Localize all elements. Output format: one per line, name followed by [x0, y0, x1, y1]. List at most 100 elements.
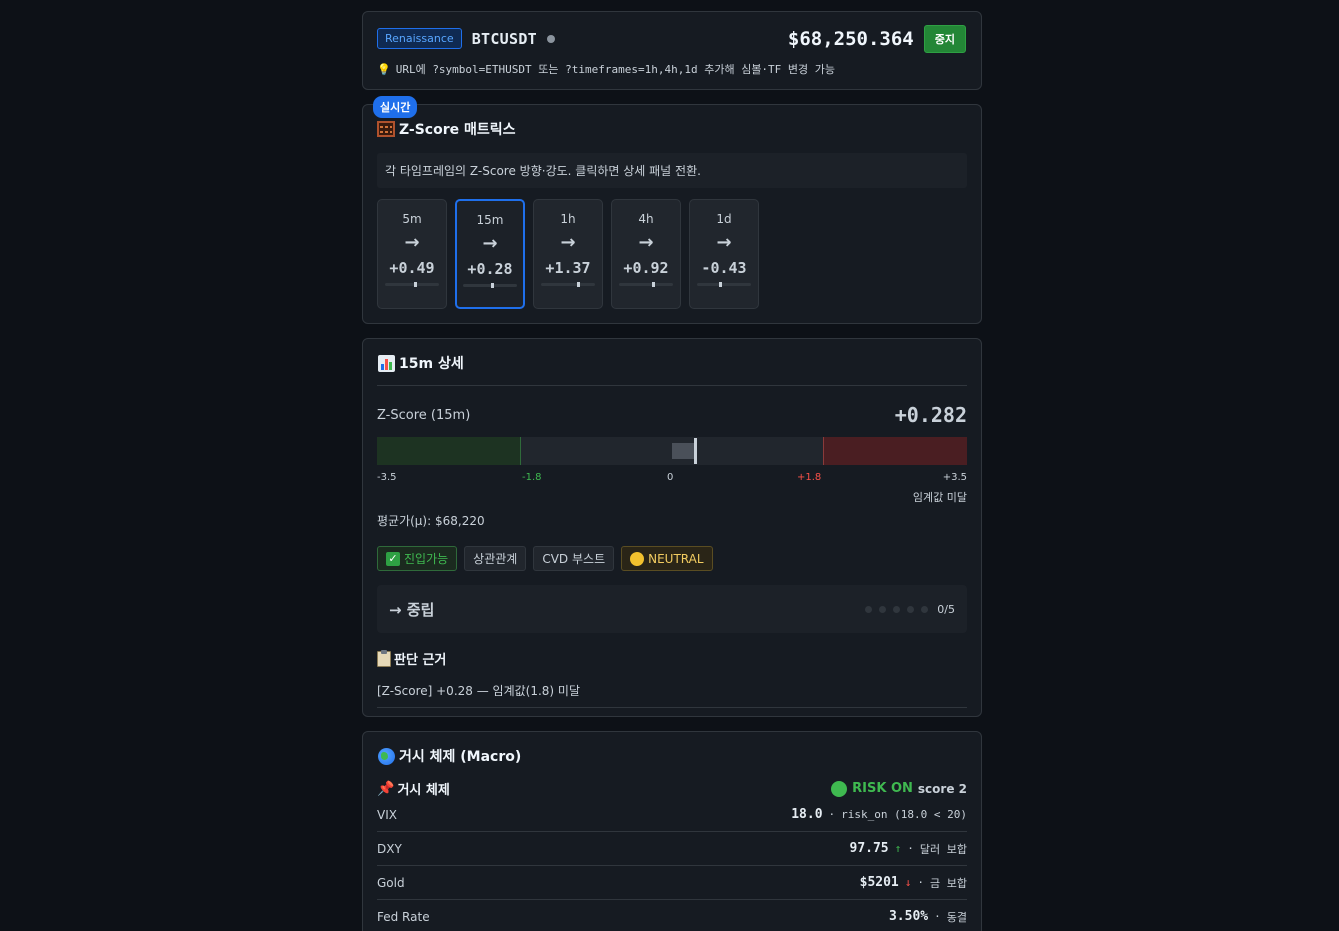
dashboard: Renaissance BTCUSDT $68,250.364 중지 💡 URL… — [362, 11, 982, 931]
arrow-down-icon: ↓ — [904, 876, 912, 889]
timeframe-card-1d[interactable]: 1d → -0.43 — [689, 199, 759, 309]
arrow-right-icon: → — [716, 232, 732, 253]
zscore-value: +0.282 — [894, 403, 967, 427]
arrow-right-icon: → — [638, 232, 654, 253]
mean-price: 평균가(μ): $68,220 — [377, 514, 485, 528]
strength-dot — [893, 605, 901, 613]
timeframe-zscore-bar — [385, 282, 439, 287]
macro-row-note: risk_on (18.0 < 20) — [841, 808, 967, 821]
macro-title: 거시 체제 (Macro) — [377, 746, 967, 766]
verdict-text: → 중립 — [389, 600, 435, 619]
detail-card: 15m 상세 Z-Score (15m) +0.282 -3.5 -1.8 0 … — [362, 338, 982, 717]
timeframe-name: 1h — [560, 212, 576, 226]
pushpin-icon: 📌 — [377, 780, 395, 797]
entry-available-label: 진입가능 — [404, 552, 449, 566]
macro-row-vix: VIX 18.0 · risk_on (18.0 < 20) — [377, 798, 967, 832]
green-circle-icon — [831, 780, 848, 797]
threshold-note: 임계값 미달 — [912, 491, 967, 504]
timeframe-card-4h[interactable]: 4h → +0.92 — [611, 199, 681, 309]
gauge-long-zone — [377, 437, 521, 465]
arrow-right-icon: → — [482, 233, 498, 254]
gauge-scale: -3.5 -1.8 0 +1.8 +3.5 — [377, 472, 967, 486]
scale-min: -3.5 — [377, 472, 397, 483]
check-icon: ✓ — [386, 551, 400, 566]
macro-row-note: 달러 보합 — [919, 842, 967, 856]
gauge-fill — [672, 443, 696, 459]
macro-row-value-group: 97.75 ↑ · 달러 보합 — [850, 841, 968, 857]
clipboard-icon — [377, 649, 391, 667]
separator: · — [934, 910, 941, 923]
current-price: $68,250.364 — [787, 27, 914, 50]
timeframe-list: 5m → +0.49 15m → +0.28 1h → +1.37 4h → +… — [377, 199, 967, 309]
timeframe-card-1h[interactable]: 1h → +1.37 — [533, 199, 603, 309]
timeframe-name: 15m — [476, 213, 504, 227]
timeframe-name: 5m — [402, 212, 422, 226]
strength-dot — [921, 605, 929, 613]
separator: · — [907, 842, 914, 855]
risk-score: score 2 — [917, 781, 967, 796]
strength-count: 0/5 — [937, 602, 955, 616]
macro-card: 거시 체제 (Macro) 📌 거시 체제 RISK ON score 2 VI… — [362, 731, 982, 931]
abacus-icon — [377, 121, 395, 137]
header-card: Renaissance BTCUSDT $68,250.364 중지 💡 URL… — [362, 11, 982, 90]
live-badge: 실시간 — [373, 96, 418, 118]
arrow-up-icon: ↑ — [894, 842, 902, 855]
timeframe-card-5m[interactable]: 5m → +0.49 — [377, 199, 447, 309]
timeframe-zscore: +0.28 — [467, 260, 513, 278]
scale-zero: 0 — [667, 472, 674, 483]
zscore-label: Z-Score (15m) — [377, 407, 471, 423]
strength-indicator: 0/5 — [865, 603, 955, 616]
symbol-label: BTCUSDT — [471, 29, 538, 48]
timeframe-zscore-bar — [463, 283, 517, 288]
macro-row-value-group: $5201 ↓ · 금 보합 — [860, 875, 967, 891]
macro-row-name: DXY — [377, 841, 402, 856]
basis-item: [Z-Score] +0.28 — 임계값(1.8) 미달 — [377, 682, 967, 708]
zscore-matrix-title-text: Z-Score 매트릭스 — [399, 122, 516, 138]
entry-available-tag: ✓ 진입가능 — [377, 546, 458, 571]
gauge-short-zone — [823, 437, 967, 465]
timeframe-zscore: +1.37 — [545, 259, 591, 277]
strategy-badge: Renaissance — [377, 28, 462, 49]
macro-row-value: 97.75 — [849, 841, 889, 856]
timeframe-card-15m[interactable]: 15m → +0.28 — [455, 199, 525, 309]
risk-status: RISK ON score 2 — [831, 780, 967, 797]
macro-row-value: $5201 — [859, 875, 899, 890]
bar-chart-icon — [377, 354, 395, 372]
stop-button[interactable]: 중지 — [923, 24, 966, 53]
verdict-box: → 중립 0/5 — [377, 585, 967, 633]
gauge-needle — [694, 438, 698, 464]
basis-title: 판단 근거 — [377, 649, 967, 668]
arrow-right-icon: → — [560, 232, 576, 253]
macro-row-dxy: DXY 97.75 ↑ · 달러 보합 — [377, 832, 967, 866]
macro-title-text: 거시 체제 (Macro) — [399, 749, 522, 765]
macro-row-note: 금 보합 — [930, 876, 967, 890]
neutral-state-label: NEUTRAL — [648, 551, 704, 566]
lightbulb-icon: 💡 — [377, 62, 391, 76]
strength-dot — [907, 605, 915, 613]
timeframe-name: 1d — [716, 212, 732, 226]
basis-title-text: 판단 근거 — [394, 653, 447, 668]
globe-icon — [377, 747, 395, 765]
connection-status-dot — [547, 34, 556, 43]
url-hint: 💡 URL에 ?symbol=ETHUSDT 또는 ?timeframes=1h… — [377, 61, 966, 77]
separator: · — [917, 876, 925, 889]
macro-row-value-group: 3.50% · 동결 — [889, 909, 967, 925]
macro-row-name: VIX — [377, 807, 397, 822]
macro-subtitle: 📌 거시 체제 — [377, 779, 450, 799]
separator: · — [828, 808, 836, 821]
timeframe-zscore: +0.92 — [623, 259, 669, 277]
timeframe-zscore-bar — [541, 282, 595, 287]
matrix-description: 각 타임프레임의 Z-Score 방향·강도. 클릭하면 상세 패널 전환. — [377, 153, 967, 188]
macro-row-value-group: 18.0 · risk_on (18.0 < 20) — [791, 807, 967, 822]
macro-row-gold: Gold $5201 ↓ · 금 보합 — [377, 866, 967, 900]
macro-subtitle-text: 거시 체제 — [397, 783, 450, 798]
cvd-boost-tag: CVD 부스트 — [533, 546, 615, 571]
yellow-circle-icon — [630, 551, 645, 566]
detail-title-text: 15m 상세 — [399, 356, 464, 372]
macro-row-value: 3.50% — [888, 909, 929, 924]
timeframe-zscore: +0.49 — [389, 259, 435, 277]
correlation-tag: 상관관계 — [464, 546, 527, 571]
neutral-state-tag: NEUTRAL — [621, 546, 713, 571]
risk-label: RISK ON — [852, 781, 913, 796]
timeframe-zscore-bar — [697, 282, 751, 287]
